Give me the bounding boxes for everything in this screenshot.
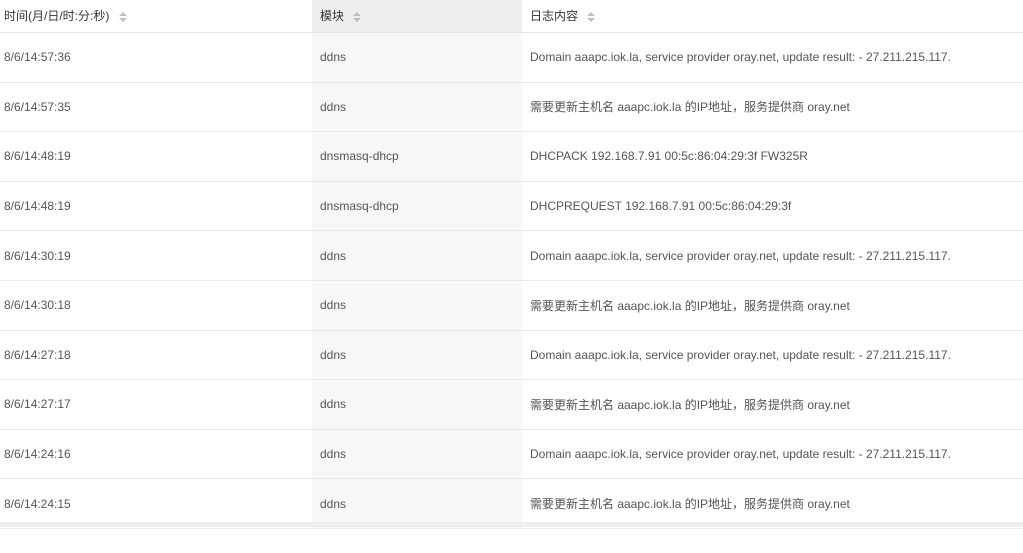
cell-message: Domain aaapc.iok.la, service provider or… [522,230,1023,281]
cell-message: DHCPREQUEST 192.168.7.91 00:5c:86:04:29:… [522,181,1023,232]
cell-message: Domain aaapc.iok.la, service provider or… [522,429,1023,480]
table-row: 8/6/14:30:18 ddns 需要更新主机名 aaapc.iok.la 的… [0,280,1023,331]
cell-time: 8/6/14:30:19 [0,230,312,281]
table-row: 8/6/14:30:19 ddns Domain aaapc.iok.la, s… [0,230,1023,281]
column-header-module[interactable]: 模块 [312,0,522,33]
cell-message: DHCPACK 192.168.7.91 00:5c:86:04:29:3f F… [522,131,1023,182]
cell-time: 8/6/14:30:18 [0,280,312,331]
column-header-message-label: 日志内容 [530,9,579,23]
cell-module: ddns [312,478,522,529]
cell-message: Domain aaapc.iok.la, service provider or… [522,330,1023,381]
column-header-module-label: 模块 [320,9,345,23]
cell-message: Domain aaapc.iok.la, service provider or… [522,32,1023,83]
cell-module: ddns [312,280,522,331]
cell-time: 8/6/14:27:17 [0,379,312,430]
column-header-time[interactable]: 时间(月/日/时:分:秒) [0,0,312,33]
sort-icon[interactable] [587,11,596,23]
table-row: 8/6/14:48:19 dnsmasq-dhcp DHCPREQUEST 19… [0,181,1023,232]
cell-module: ddns [312,32,522,83]
cell-module: ddns [312,330,522,381]
sort-icon[interactable] [118,11,127,23]
column-header-message[interactable]: 日志内容 [522,0,1023,33]
table-row: 8/6/14:24:15 ddns 需要更新主机名 aaapc.iok.la 的… [0,478,1023,529]
cell-module: dnsmasq-dhcp [312,131,522,182]
table-row: 8/6/14:27:17 ddns 需要更新主机名 aaapc.iok.la 的… [0,379,1023,430]
table-row: 8/6/14:27:18 ddns Domain aaapc.iok.la, s… [0,330,1023,381]
header-row: 时间(月/日/时:分:秒) 模块 日志内容 [0,0,1023,33]
column-header-time-label: 时间(月/日/时:分:秒) [4,9,110,23]
table-row: 8/6/14:24:16 ddns Domain aaapc.iok.la, s… [0,429,1023,480]
table-body: 8/6/14:57:36 ddns Domain aaapc.iok.la, s… [0,32,1023,529]
table-row: 8/6/14:57:36 ddns Domain aaapc.iok.la, s… [0,32,1023,83]
table-header: 时间(月/日/时:分:秒) 模块 日志内容 [0,0,1023,33]
cell-time: 8/6/14:24:16 [0,429,312,480]
table-row: 8/6/14:48:19 dnsmasq-dhcp DHCPACK 192.16… [0,131,1023,182]
log-table: 时间(月/日/时:分:秒) 模块 日志内容 8/6/14:57:36 ddns [0,0,1023,529]
cell-time: 8/6/14:57:35 [0,82,312,133]
cell-time: 8/6/14:24:15 [0,478,312,529]
table-footer-bar [0,522,1023,527]
cell-time: 8/6/14:27:18 [0,330,312,381]
cell-module: dnsmasq-dhcp [312,181,522,232]
cell-time: 8/6/14:57:36 [0,32,312,83]
sort-icon[interactable] [353,11,362,23]
cell-module: ddns [312,230,522,281]
cell-time: 8/6/14:48:19 [0,131,312,182]
cell-message: 需要更新主机名 aaapc.iok.la 的IP地址，服务提供商 oray.ne… [522,280,1023,331]
table-row: 8/6/14:57:35 ddns 需要更新主机名 aaapc.iok.la 的… [0,82,1023,133]
cell-message: 需要更新主机名 aaapc.iok.la 的IP地址，服务提供商 oray.ne… [522,379,1023,430]
cell-module: ddns [312,82,522,133]
cell-module: ddns [312,429,522,480]
cell-time: 8/6/14:48:19 [0,181,312,232]
cell-module: ddns [312,379,522,430]
cell-message: 需要更新主机名 aaapc.iok.la 的IP地址，服务提供商 oray.ne… [522,478,1023,529]
cell-message: 需要更新主机名 aaapc.iok.la 的IP地址，服务提供商 oray.ne… [522,82,1023,133]
